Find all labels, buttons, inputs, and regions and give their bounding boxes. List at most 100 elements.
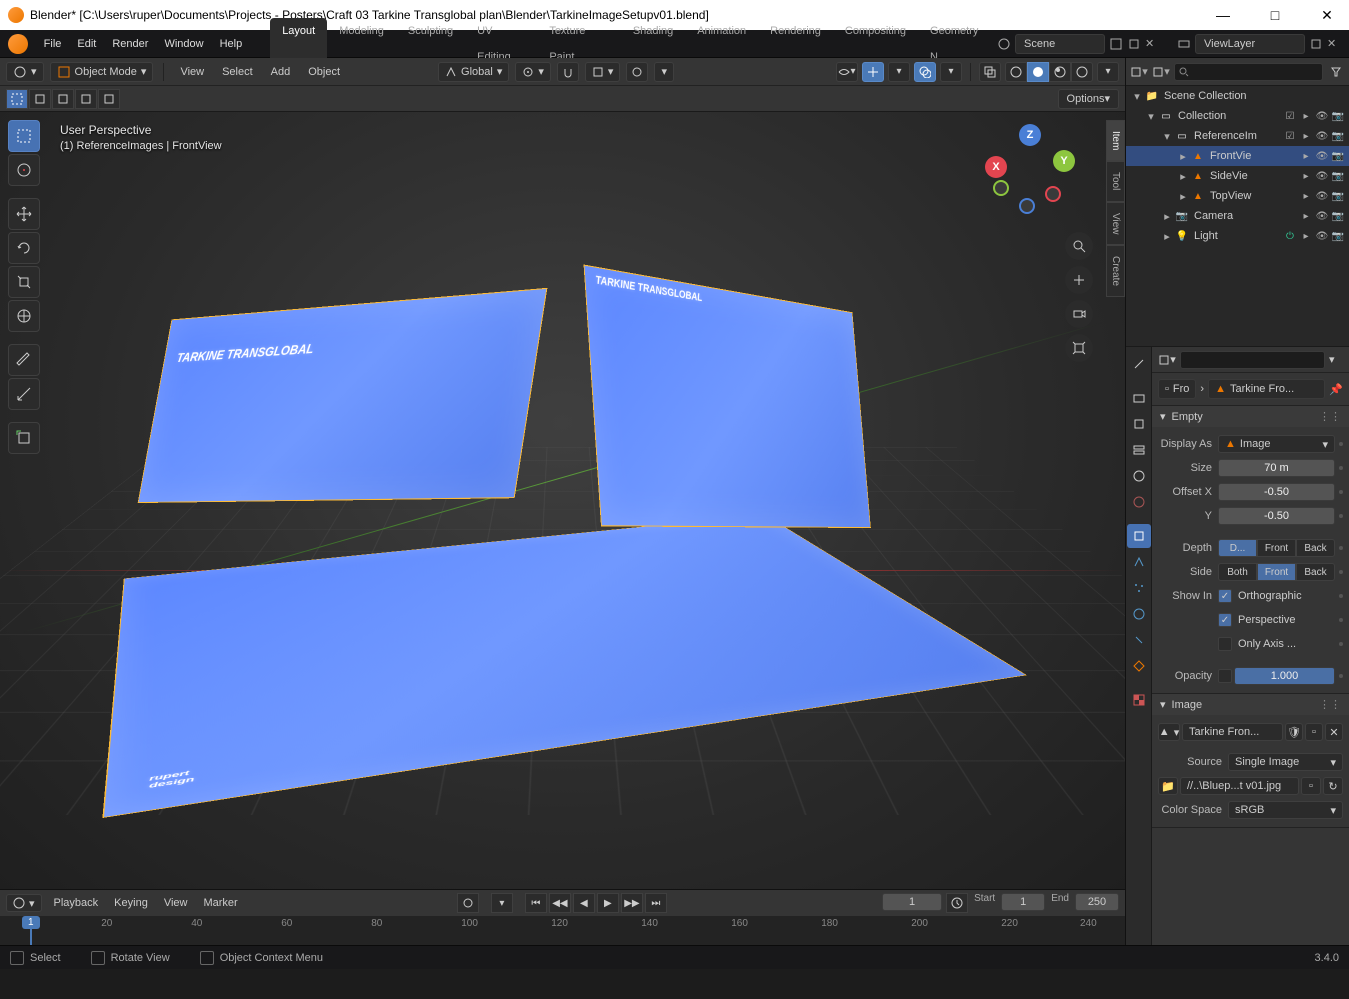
- clock-icon[interactable]: [946, 893, 968, 913]
- eye-icon[interactable]: 👁: [1315, 191, 1329, 202]
- render-icon[interactable]: 📷: [1331, 231, 1345, 242]
- timeline-keying[interactable]: Keying: [110, 897, 152, 909]
- anim-dot[interactable]: [1339, 466, 1343, 470]
- shading-rendered[interactable]: [1071, 62, 1093, 82]
- start-frame-field[interactable]: 1: [1001, 893, 1045, 911]
- side-back[interactable]: Back: [1296, 563, 1335, 581]
- unlink-button[interactable]: ✕: [1325, 723, 1343, 741]
- nav-gizmo[interactable]: Z Y X: [985, 124, 1075, 214]
- depth-back[interactable]: Back: [1296, 539, 1335, 557]
- blender-icon[interactable]: [8, 34, 28, 54]
- perspective-toggle-button[interactable]: [1065, 334, 1093, 362]
- proportional-dropdown[interactable]: ▾: [654, 62, 674, 82]
- ptab-scene[interactable]: [1127, 464, 1151, 488]
- breadcrumb-obj[interactable]: ▫Fro: [1158, 379, 1196, 399]
- offsety-field[interactable]: -0.50: [1218, 507, 1335, 525]
- viewport-3d[interactable]: rupertdesign TARKINE TRANSGLOBAL TARKINE…: [0, 112, 1125, 889]
- tool-rotate[interactable]: [8, 232, 40, 264]
- exclude-icon[interactable]: ▸: [1299, 191, 1313, 202]
- ntab-view[interactable]: View: [1106, 202, 1125, 246]
- ntab-item[interactable]: Item: [1106, 120, 1125, 161]
- autokey-toggle[interactable]: [457, 893, 479, 913]
- properties-editor-type[interactable]: ▾: [1158, 351, 1176, 369]
- editor-type-dropdown[interactable]: ▾: [6, 62, 44, 82]
- vis-toggle[interactable]: ▾: [836, 62, 858, 82]
- camera-view-button[interactable]: [1065, 300, 1093, 328]
- opacity-field[interactable]: 1.000: [1234, 667, 1335, 685]
- anim-dot[interactable]: [1339, 490, 1343, 494]
- outliner-light[interactable]: ▸💡 Light ⏻▸👁📷: [1126, 226, 1349, 246]
- zoom-button[interactable]: [1065, 232, 1093, 260]
- image-name-field[interactable]: Tarkine Fron...: [1182, 723, 1283, 741]
- depth-segment[interactable]: D... Front Back: [1218, 539, 1335, 557]
- orthographic-checkbox[interactable]: ✓Orthographic: [1218, 589, 1335, 603]
- menu-window[interactable]: Window: [156, 30, 211, 58]
- render-icon[interactable]: 📷: [1331, 191, 1345, 202]
- select-mode-extend[interactable]: [29, 89, 51, 109]
- close-button[interactable]: ✕: [1313, 7, 1341, 24]
- menu-file[interactable]: File: [36, 30, 70, 58]
- side-segment[interactable]: Both Front Back: [1218, 563, 1335, 581]
- eye-icon[interactable]: 👁: [1315, 111, 1329, 122]
- breadcrumb-data[interactable]: ▲Tarkine Fro...: [1208, 379, 1325, 399]
- scene-new-icon[interactable]: [1109, 37, 1123, 51]
- header-view[interactable]: View: [174, 66, 210, 78]
- jump-end-button[interactable]: ⏭: [645, 893, 667, 913]
- tool-add-cube[interactable]: [8, 422, 40, 454]
- shading-wireframe[interactable]: [1005, 62, 1027, 82]
- render-icon[interactable]: 📷: [1331, 211, 1345, 222]
- perspective-checkbox[interactable]: ✓Perspective: [1218, 613, 1335, 627]
- xray-toggle[interactable]: [979, 62, 1001, 82]
- axis-neg-z-icon[interactable]: [1019, 198, 1035, 214]
- jump-prev-key-button[interactable]: ◀◀: [549, 893, 571, 913]
- tool-transform[interactable]: [8, 300, 40, 332]
- ptab-constraints[interactable]: [1127, 628, 1151, 652]
- side-both[interactable]: Both: [1218, 563, 1257, 581]
- ptab-physics[interactable]: [1127, 602, 1151, 626]
- tool-select-box[interactable]: [8, 120, 40, 152]
- menu-edit[interactable]: Edit: [69, 30, 104, 58]
- tool-move[interactable]: [8, 198, 40, 230]
- overlay-toggle[interactable]: [914, 62, 936, 82]
- autokey-dropdown[interactable]: ▾: [491, 893, 513, 913]
- eye-icon[interactable]: 👁: [1315, 211, 1329, 222]
- jump-next-key-button[interactable]: ▶▶: [621, 893, 643, 913]
- pin-icon[interactable]: 📌: [1329, 383, 1343, 396]
- outliner-topview[interactable]: ▸▲ TopView ▸👁📷: [1126, 186, 1349, 206]
- top-view-plane[interactable]: rupertdesign: [102, 514, 1027, 818]
- shading-dropdown[interactable]: ▾: [1097, 62, 1119, 82]
- shading-material[interactable]: [1049, 62, 1071, 82]
- front-view-plane[interactable]: TARKINE TRANSGLOBAL: [584, 264, 871, 528]
- pivot-dropdown[interactable]: ▾: [515, 62, 551, 82]
- properties-options-icon[interactable]: ▾: [1329, 353, 1343, 366]
- exclude-icon[interactable]: ▸: [1299, 171, 1313, 182]
- depth-front[interactable]: Front: [1257, 539, 1296, 557]
- axis-x-icon[interactable]: X: [985, 156, 1007, 178]
- eye-icon[interactable]: 👁: [1315, 171, 1329, 182]
- ptab-modifiers[interactable]: [1127, 550, 1151, 574]
- panel-header-image[interactable]: ▾Image⋮⋮: [1152, 694, 1349, 715]
- select-mode-box[interactable]: [6, 89, 28, 109]
- snap-dropdown[interactable]: ▾: [585, 62, 621, 82]
- anim-dot[interactable]: [1339, 674, 1343, 678]
- render-icon[interactable]: 📷: [1331, 111, 1345, 122]
- light-toggle-icon[interactable]: ⏻: [1283, 231, 1297, 242]
- ntab-create[interactable]: Create: [1106, 245, 1125, 297]
- minimize-button[interactable]: ―: [1209, 7, 1237, 24]
- maximize-button[interactable]: □: [1261, 7, 1289, 24]
- select-mode-subtract[interactable]: [52, 89, 74, 109]
- pan-button[interactable]: [1065, 266, 1093, 294]
- axis-z-icon[interactable]: Z: [1019, 124, 1041, 146]
- render-icon[interactable]: 📷: [1331, 171, 1345, 182]
- anim-dot[interactable]: [1339, 442, 1343, 446]
- jump-start-button[interactable]: ⏮: [525, 893, 547, 913]
- ptab-viewlayer[interactable]: [1127, 438, 1151, 462]
- scene-field[interactable]: Scene: [1015, 34, 1105, 54]
- scene-delete-icon[interactable]: ✕: [1145, 37, 1159, 51]
- depth-default[interactable]: D...: [1218, 539, 1257, 557]
- properties-search[interactable]: [1180, 351, 1325, 369]
- menu-help[interactable]: Help: [212, 30, 251, 58]
- ptab-object[interactable]: [1127, 524, 1151, 548]
- tool-annotate[interactable]: [8, 344, 40, 376]
- tool-cursor[interactable]: [8, 154, 40, 186]
